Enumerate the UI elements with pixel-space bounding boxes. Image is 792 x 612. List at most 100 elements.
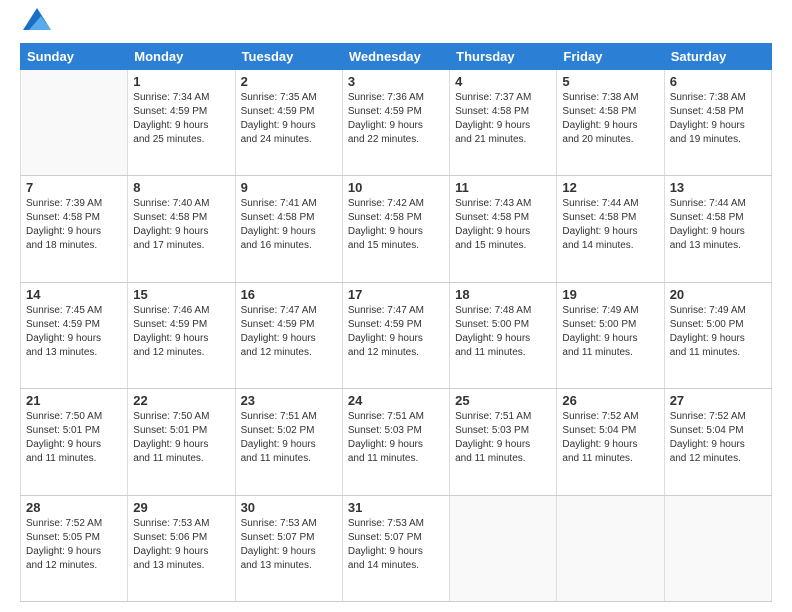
day-number: 21 [26, 393, 122, 408]
day-number: 6 [670, 74, 766, 89]
day-info: Sunrise: 7:49 AM Sunset: 5:00 PM Dayligh… [562, 304, 658, 360]
day-number: 18 [455, 287, 551, 302]
day-cell: 9 Sunrise: 7:41 AM Sunset: 4:58 PM Daylig… [235, 176, 342, 282]
day-info: Sunrise: 7:50 AM Sunset: 5:01 PM Dayligh… [26, 410, 122, 466]
day-cell: 7 Sunrise: 7:39 AM Sunset: 4:58 PM Daylig… [21, 176, 128, 282]
day-info: Sunrise: 7:52 AM Sunset: 5:05 PM Dayligh… [26, 517, 122, 573]
day-number: 17 [348, 287, 444, 302]
week-row-3: 14 Sunrise: 7:45 AM Sunset: 4:59 PM Dayli… [21, 282, 772, 388]
day-info: Sunrise: 7:53 AM Sunset: 5:07 PM Dayligh… [348, 517, 444, 573]
logo-icon [23, 8, 51, 35]
day-header-monday: Monday [128, 44, 235, 70]
day-header-wednesday: Wednesday [342, 44, 449, 70]
day-info: Sunrise: 7:40 AM Sunset: 4:58 PM Dayligh… [133, 197, 229, 253]
day-info: Sunrise: 7:43 AM Sunset: 4:58 PM Dayligh… [455, 197, 551, 253]
day-number: 8 [133, 180, 229, 195]
day-number: 7 [26, 180, 122, 195]
day-cell: 22Sunrise: 7:50 AM Sunset: 5:01 PM Dayli… [128, 389, 235, 495]
day-number: 28 [26, 500, 122, 515]
day-cell: 18Sunrise: 7:48 AM Sunset: 5:00 PM Dayli… [450, 282, 557, 388]
day-info: Sunrise: 7:51 AM Sunset: 5:03 PM Dayligh… [348, 410, 444, 466]
day-cell: 6Sunrise: 7:38 AM Sunset: 4:58 PM Daylig… [664, 70, 771, 176]
header-row: SundayMondayTuesdayWednesdayThursdayFrid… [21, 44, 772, 70]
day-number: 31 [348, 500, 444, 515]
day-number: 29 [133, 500, 229, 515]
day-cell: 1 Sunrise: 7:34 AM Sunset: 4:59 PM Daylig… [128, 70, 235, 176]
day-header-friday: Friday [557, 44, 664, 70]
calendar-table: SundayMondayTuesdayWednesdayThursdayFrid… [20, 43, 772, 602]
day-cell: 23Sunrise: 7:51 AM Sunset: 5:02 PM Dayli… [235, 389, 342, 495]
day-cell: 25 Sunrise: 7:51 AM Sunset: 5:03 PM Dayli… [450, 389, 557, 495]
day-info: Sunrise: 7:53 AM Sunset: 5:06 PM Dayligh… [133, 517, 229, 573]
day-number: 25 [455, 393, 551, 408]
day-cell: 29 Sunrise: 7:53 AM Sunset: 5:06 PM Dayli… [128, 495, 235, 601]
day-number: 22 [133, 393, 229, 408]
day-number: 2 [241, 74, 337, 89]
day-number: 16 [241, 287, 337, 302]
day-info: Sunrise: 7:41 AM Sunset: 4:58 PM Dayligh… [241, 197, 337, 253]
day-number: 3 [348, 74, 444, 89]
day-number: 4 [455, 74, 551, 89]
day-cell: 11 Sunrise: 7:43 AM Sunset: 4:58 PM Dayli… [450, 176, 557, 282]
day-number: 5 [562, 74, 658, 89]
day-info: Sunrise: 7:46 AM Sunset: 4:59 PM Dayligh… [133, 304, 229, 360]
day-number: 15 [133, 287, 229, 302]
day-info: Sunrise: 7:38 AM Sunset: 4:58 PM Dayligh… [562, 91, 658, 147]
day-info: Sunrise: 7:36 AM Sunset: 4:59 PM Dayligh… [348, 91, 444, 147]
day-info: Sunrise: 7:35 AM Sunset: 4:59 PM Dayligh… [241, 91, 337, 147]
day-number: 24 [348, 393, 444, 408]
day-cell: 2 Sunrise: 7:35 AM Sunset: 4:59 PM Daylig… [235, 70, 342, 176]
day-number: 10 [348, 180, 444, 195]
day-cell: 5 Sunrise: 7:38 AM Sunset: 4:58 PM Daylig… [557, 70, 664, 176]
day-cell [21, 70, 128, 176]
page: SundayMondayTuesdayWednesdayThursdayFrid… [0, 0, 792, 612]
day-info: Sunrise: 7:39 AM Sunset: 4:58 PM Dayligh… [26, 197, 122, 253]
day-number: 27 [670, 393, 766, 408]
day-cell: 3 Sunrise: 7:36 AM Sunset: 4:59 PM Daylig… [342, 70, 449, 176]
day-cell [557, 495, 664, 601]
day-number: 12 [562, 180, 658, 195]
day-header-saturday: Saturday [664, 44, 771, 70]
day-header-tuesday: Tuesday [235, 44, 342, 70]
day-cell: 13 Sunrise: 7:44 AM Sunset: 4:58 PM Dayli… [664, 176, 771, 282]
day-cell: 14 Sunrise: 7:45 AM Sunset: 4:59 PM Dayli… [21, 282, 128, 388]
week-row-5: 28 Sunrise: 7:52 AM Sunset: 5:05 PM Dayli… [21, 495, 772, 601]
day-cell: 15 Sunrise: 7:46 AM Sunset: 4:59 PM Dayli… [128, 282, 235, 388]
day-info: Sunrise: 7:52 AM Sunset: 5:04 PM Dayligh… [670, 410, 766, 466]
day-cell: 31 Sunrise: 7:53 AM Sunset: 5:07 PM Dayli… [342, 495, 449, 601]
day-number: 1 [133, 74, 229, 89]
day-info: Sunrise: 7:34 AM Sunset: 4:59 PM Dayligh… [133, 91, 229, 147]
day-number: 26 [562, 393, 658, 408]
day-info: Sunrise: 7:53 AM Sunset: 5:07 PM Dayligh… [241, 517, 337, 573]
day-cell: 4 Sunrise: 7:37 AM Sunset: 4:58 PM Daylig… [450, 70, 557, 176]
day-cell: 8 Sunrise: 7:40 AM Sunset: 4:58 PM Daylig… [128, 176, 235, 282]
day-number: 30 [241, 500, 337, 515]
day-cell [450, 495, 557, 601]
day-header-thursday: Thursday [450, 44, 557, 70]
logo [20, 16, 51, 35]
day-cell: 28 Sunrise: 7:52 AM Sunset: 5:05 PM Dayli… [21, 495, 128, 601]
week-row-2: 7 Sunrise: 7:39 AM Sunset: 4:58 PM Daylig… [21, 176, 772, 282]
day-cell [664, 495, 771, 601]
day-info: Sunrise: 7:49 AM Sunset: 5:00 PM Dayligh… [670, 304, 766, 360]
day-info: Sunrise: 7:45 AM Sunset: 4:59 PM Dayligh… [26, 304, 122, 360]
day-cell: 20Sunrise: 7:49 AM Sunset: 5:00 PM Dayli… [664, 282, 771, 388]
day-info: Sunrise: 7:42 AM Sunset: 4:58 PM Dayligh… [348, 197, 444, 253]
day-number: 23 [241, 393, 337, 408]
day-cell: 30 Sunrise: 7:53 AM Sunset: 5:07 PM Dayli… [235, 495, 342, 601]
day-number: 19 [562, 287, 658, 302]
day-number: 13 [670, 180, 766, 195]
day-number: 11 [455, 180, 551, 195]
week-row-1: 1 Sunrise: 7:34 AM Sunset: 4:59 PM Daylig… [21, 70, 772, 176]
day-info: Sunrise: 7:51 AM Sunset: 5:03 PM Dayligh… [455, 410, 551, 466]
day-info: Sunrise: 7:52 AM Sunset: 5:04 PM Dayligh… [562, 410, 658, 466]
header [20, 16, 772, 35]
day-info: Sunrise: 7:44 AM Sunset: 4:58 PM Dayligh… [562, 197, 658, 253]
day-cell: 10 Sunrise: 7:42 AM Sunset: 4:58 PM Dayli… [342, 176, 449, 282]
day-info: Sunrise: 7:37 AM Sunset: 4:58 PM Dayligh… [455, 91, 551, 147]
day-cell: 12 Sunrise: 7:44 AM Sunset: 4:58 PM Dayli… [557, 176, 664, 282]
day-info: Sunrise: 7:44 AM Sunset: 4:58 PM Dayligh… [670, 197, 766, 253]
day-cell: 17Sunrise: 7:47 AM Sunset: 4:59 PM Dayli… [342, 282, 449, 388]
day-number: 14 [26, 287, 122, 302]
day-number: 9 [241, 180, 337, 195]
